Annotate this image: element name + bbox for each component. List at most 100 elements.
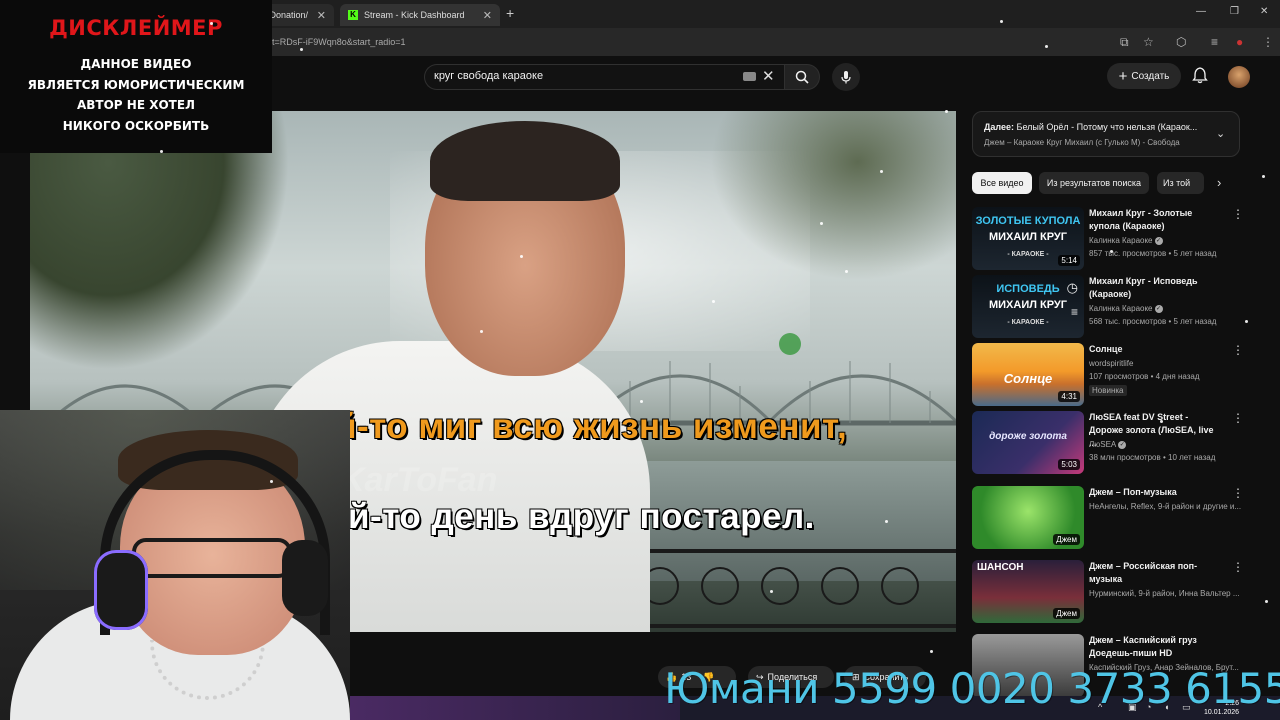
green-dot [779, 333, 801, 355]
duration-badge: 4:31 [1058, 391, 1080, 402]
list-item[interactable]: Солнце 4:31 Солнце wordspiritlife 107 пр… [972, 343, 1272, 407]
notifications-button[interactable] [1192, 66, 1208, 89]
mix-badge: Джем [1053, 534, 1080, 545]
channel-name[interactable]: Калинка Караоке ✓ [1089, 304, 1163, 313]
bookmark-star-icon[interactable]: ☆ [1143, 35, 1154, 49]
clear-search-icon[interactable]: ✕ [762, 67, 775, 85]
mix-badge: Джем [1053, 608, 1080, 619]
disclaimer-line: ДАННОЕ ВИДЕО [80, 57, 192, 71]
list-item[interactable]: дороже золота 5:03 ЛюSEA feat DV Street … [972, 411, 1272, 475]
media-icon[interactable]: ≡ [1211, 35, 1218, 49]
extensions-icon[interactable]: ⬡ [1176, 35, 1186, 49]
video-title[interactable]: Джем – Каспийский груз Доедешь-пиши HD [1089, 634, 1217, 660]
create-button[interactable]: + Создать [1107, 63, 1181, 89]
more-options-icon[interactable]: ⋮ [1232, 560, 1244, 574]
taskbar-accent [350, 696, 680, 720]
chip-search-results[interactable]: Из результатов поиска [1039, 172, 1149, 194]
headphone-earcup [94, 550, 148, 630]
video-title[interactable]: Михаил Круг - Исповедь (Караоке) [1089, 275, 1217, 301]
cast-icon[interactable]: ⧉ [1120, 35, 1129, 50]
search-icon [795, 70, 809, 84]
chevron-right-icon[interactable]: › [1217, 175, 1221, 190]
video-title[interactable]: Михаил Круг - Золотые купола (Караоке) [1089, 207, 1217, 233]
channel-label: Калинка Караоке [1089, 304, 1153, 313]
tab-kick-dashboard[interactable]: K Stream - Kick Dashboard ✕ [340, 4, 500, 26]
video-watermark: KarToFan [340, 461, 498, 499]
bell-icon [1192, 67, 1208, 84]
keyboard-icon[interactable] [743, 72, 756, 81]
url-text[interactable]: t=RDsF-iF9Wqn8o&start_radio=1 [272, 37, 406, 47]
more-options-icon[interactable]: ⋮ [1232, 343, 1244, 357]
railing [630, 549, 956, 628]
chip-same-channel[interactable]: Из той [1157, 172, 1204, 194]
streamer-webcam [0, 410, 350, 720]
video-title[interactable]: Джем – Российская поп-музыка [1089, 560, 1217, 586]
thumbnail-text: Солнце [1003, 371, 1053, 386]
donation-card-number: Юмани 5599 0020 3733 6155 [664, 664, 1280, 713]
menu-icon[interactable]: ⋮ [1262, 35, 1274, 49]
channel-name[interactable]: ЛюSEA ✓ [1089, 440, 1127, 449]
voice-search-button[interactable] [832, 63, 860, 91]
list-item[interactable]: ЗОЛОТЫЕ КУПОЛА МИХАИЛ КРУГ - КАРАОКЕ - 5… [972, 207, 1272, 271]
snowflake [712, 300, 715, 303]
video-meta: 857 тыс. просмотров • 5 лет назад [1089, 249, 1217, 258]
more-options-icon[interactable]: ⋮ [1232, 486, 1244, 500]
channel-name[interactable]: Нурминский, 9-й район, Инна Вальтер ... [1089, 589, 1240, 598]
close-icon[interactable]: ✕ [317, 9, 326, 22]
video-title[interactable]: Солнце [1089, 343, 1217, 356]
verified-icon: ✓ [1154, 304, 1163, 313]
list-item[interactable]: Джем Джем – Поп-музыка НеАнгелы, Reflex,… [972, 486, 1272, 550]
chip-all-videos[interactable]: Все видео [972, 172, 1032, 194]
up-next-video-title: Белый Орёл - Потому что нельзя (Караок..… [1016, 122, 1198, 132]
new-badge: Новинка [1089, 385, 1127, 396]
snowflake [930, 650, 933, 653]
window-close-icon[interactable]: ✕ [1260, 6, 1268, 17]
snowflake [640, 400, 643, 403]
list-item[interactable]: ШАНСОН Джем Джем – Российская поп-музыка… [972, 560, 1272, 624]
duration-badge: 5:14 [1058, 255, 1080, 266]
snowflake [1160, 420, 1163, 423]
snowflake [300, 48, 303, 51]
thumbnail-text: ШАНСОН [977, 562, 1024, 573]
snowflake [945, 110, 948, 113]
add-to-queue-icon[interactable]: ≡ [1071, 305, 1078, 319]
snowflake [1262, 175, 1265, 178]
snowflake [160, 150, 163, 153]
snowflake [880, 170, 883, 173]
video-meta: 38 млн просмотров • 10 лет назад [1089, 453, 1216, 462]
list-item[interactable]: ИСПОВЕДЬ МИХАИЛ КРУГ - КАРАОКЕ - ◷ ≡ Мих… [972, 275, 1272, 339]
search-query[interactable]: круг свобода караоке [434, 70, 543, 82]
video-thumbnail[interactable]: ИСПОВЕДЬ МИХАИЛ КРУГ - КАРАОКЕ - ◷ ≡ [972, 275, 1084, 338]
snowflake [885, 520, 888, 523]
up-next-panel[interactable]: Далее: Белый Орёл - Потому что нельзя (К… [972, 111, 1240, 157]
more-options-icon[interactable]: ⋮ [1232, 207, 1244, 221]
thumbnail-text: ЗОЛОТЫЕ КУПОЛА [975, 215, 1081, 227]
video-thumbnail[interactable]: Джем [972, 486, 1084, 549]
watch-later-icon[interactable]: ◷ [1067, 280, 1078, 296]
video-title[interactable]: Джем – Поп-музыка [1089, 486, 1217, 499]
avatar[interactable] [1228, 66, 1250, 88]
chevron-down-icon[interactable]: ⌄ [1216, 127, 1225, 140]
video-thumbnail[interactable]: ЗОЛОТЫЕ КУПОЛА МИХАИЛ КРУГ - КАРАОКЕ - 5… [972, 207, 1084, 270]
video-thumbnail[interactable]: Солнце 4:31 [972, 343, 1084, 406]
channel-name[interactable]: wordspiritlife [1089, 359, 1133, 368]
maximize-icon[interactable]: ❐ [1230, 6, 1239, 17]
minimize-icon[interactable]: — [1196, 6, 1206, 17]
new-tab-button[interactable]: + [506, 5, 514, 21]
more-options-icon[interactable]: ⋮ [1232, 411, 1244, 425]
video-thumbnail[interactable]: дороже золота 5:03 [972, 411, 1084, 474]
channel-name[interactable]: НеАнгелы, Reflex, 9-й район и другие и..… [1089, 502, 1241, 511]
snowflake [520, 255, 523, 258]
thumbnail-text: МИХАИЛ КРУГ [988, 299, 1067, 311]
snowflake [1110, 250, 1113, 253]
close-icon[interactable]: ✕ [483, 9, 492, 22]
thumbnail-text: дороже золота [989, 431, 1067, 442]
channel-name[interactable]: Калинка Караоке ✓ [1089, 236, 1163, 245]
snowflake [480, 330, 483, 333]
profile-icon[interactable]: ● [1236, 35, 1243, 49]
kick-icon: K [348, 10, 358, 20]
snowflake [820, 222, 823, 225]
search-button[interactable] [784, 64, 820, 90]
video-thumbnail[interactable]: ШАНСОН Джем [972, 560, 1084, 623]
disclaimer-overlay: ДИСКЛЕЙМЕР ДАННОЕ ВИДЕО ЯВЛЯЕТСЯ ЮМОРИСТ… [0, 0, 272, 153]
